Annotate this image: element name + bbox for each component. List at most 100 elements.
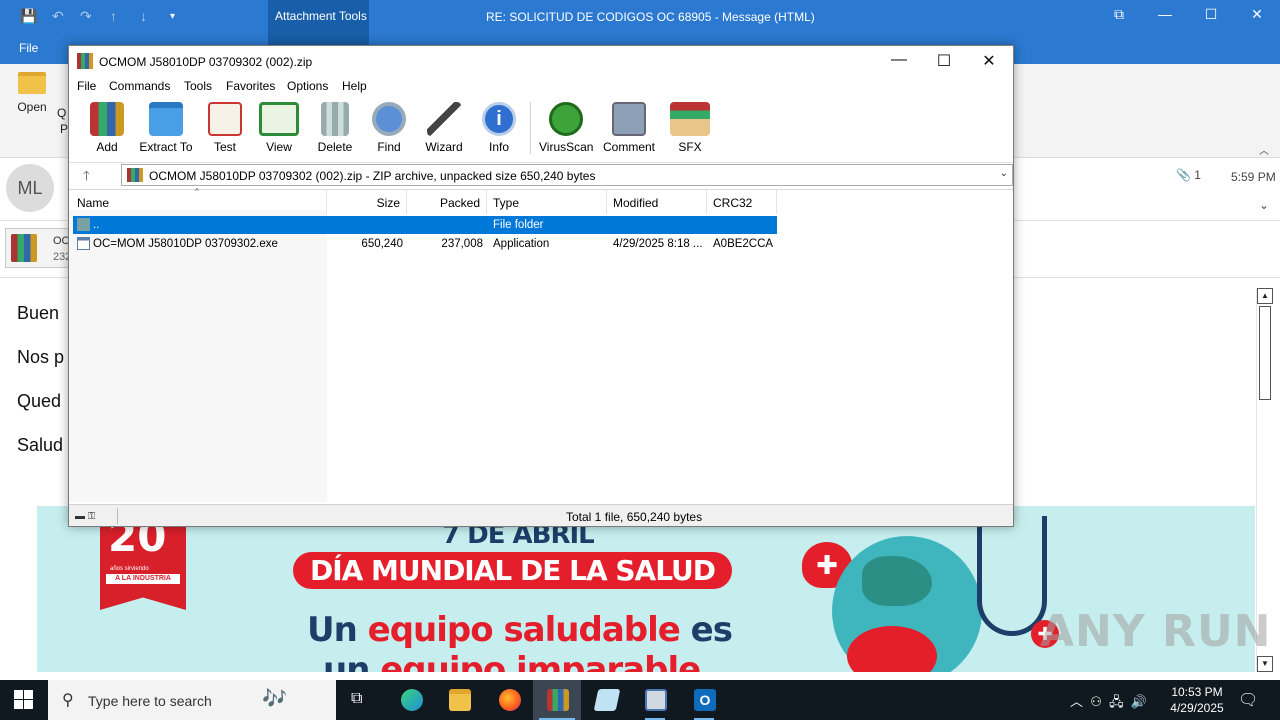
comment-button[interactable]: Comment (601, 102, 657, 154)
folder-icon (18, 72, 46, 94)
scroll-up-arrow-icon[interactable]: ▲ (1257, 288, 1273, 304)
file-list[interactable]: ^ Name Size Packed Type Modified CRC32 .… (69, 187, 1013, 502)
undo-icon[interactable]: ↶ (52, 8, 64, 25)
minimize-button[interactable]: — (1150, 6, 1180, 26)
menu-options[interactable]: Options (287, 79, 328, 93)
expand-header-icon[interactable]: ⌄ (1259, 198, 1269, 212)
taskbar-clock[interactable]: 10:53 PM 4/29/2025 (1164, 684, 1230, 716)
test-button[interactable]: Test (207, 102, 243, 154)
magic-wand-icon (427, 102, 461, 136)
sfx-box-icon (670, 102, 710, 136)
winrar-close-button[interactable]: ✕ (969, 51, 1009, 73)
chevron-down-icon[interactable]: ⌄ (1000, 168, 1008, 179)
column-header-packed[interactable]: Packed (407, 190, 487, 214)
view-button[interactable]: View (257, 102, 301, 154)
ribbon-display-options-icon[interactable]: ⧉ (1104, 6, 1134, 26)
taskbar-outlook[interactable]: O (680, 680, 728, 720)
row-size: 650,240 (361, 238, 403, 250)
find-button[interactable]: Find (371, 102, 407, 154)
taskbar-edge[interactable] (387, 680, 435, 720)
notification-icon[interactable]: 🗨 (1238, 690, 1258, 710)
stethoscope-illustration (977, 516, 1047, 636)
taskbar-firefox[interactable] (485, 680, 533, 720)
save-icon[interactable]: 💾 (20, 8, 37, 25)
close-button[interactable]: ✕ (1242, 6, 1272, 26)
table-row[interactable]: .. File folder (73, 216, 777, 234)
add-label: Add (96, 140, 118, 154)
row-packed: 237,008 (441, 238, 483, 250)
column-header-type[interactable]: Type (487, 190, 607, 214)
extract-to-button[interactable]: Extract To (139, 102, 193, 154)
find-label: Find (377, 140, 401, 154)
winrar-maximize-button[interactable]: ☐ (924, 51, 964, 73)
info-button[interactable]: i Info (481, 102, 517, 154)
menu-tools[interactable]: Tools (184, 79, 212, 93)
add-archive-icon (90, 102, 124, 136)
path-dropdown[interactable]: OCMOM J58010DP 03709302 (002).zip - ZIP … (121, 164, 1013, 186)
scroll-down-arrow-icon[interactable]: ▼ (1257, 656, 1273, 672)
info-icon: i (482, 102, 516, 136)
ribbon-quick-print-label[interactable]: Q (57, 106, 66, 120)
extract-folder-icon (149, 102, 183, 136)
column-header-size[interactable]: Size (327, 190, 407, 214)
column-header-crc32[interactable]: CRC32 (707, 190, 777, 214)
parent-folder-icon (77, 218, 90, 231)
winrar-minimize-button[interactable]: — (879, 51, 919, 73)
taskbar-file-explorer[interactable] (435, 680, 483, 720)
info-label: Info (488, 140, 509, 154)
taskbar-control-panel[interactable] (631, 680, 679, 720)
next-item-icon[interactable]: ↓ (140, 8, 147, 24)
menu-favorites[interactable]: Favorites (226, 79, 275, 93)
message-time: 5:59 PM (1231, 170, 1276, 184)
outlook-icon: O (694, 689, 716, 711)
folder-icon (449, 689, 471, 711)
winrar-app-icon (77, 53, 93, 69)
column-header-modified[interactable]: Modified (607, 190, 707, 214)
open-attachment-button[interactable]: Open (14, 72, 50, 114)
taskbar-notepad[interactable] (582, 680, 630, 720)
notepad-icon (593, 689, 621, 711)
column-header-name[interactable]: Name (69, 190, 327, 214)
test-clipboard-icon (208, 102, 242, 136)
customize-toolbar-icon[interactable]: ▾ (170, 11, 175, 22)
tab-file[interactable]: File (19, 41, 38, 55)
wizard-label: Wizard (425, 140, 463, 154)
table-row[interactable]: OC=MOM J58010DP 03709302.exe 650,240 237… (73, 235, 777, 253)
windows-logo-icon (24, 690, 33, 699)
windows-logo-icon (14, 700, 23, 709)
avatar: ML (6, 164, 54, 212)
search-placeholder: Type here to search (88, 693, 212, 709)
virusscan-button[interactable]: VirusScan (539, 102, 593, 154)
task-view-button[interactable]: ⧉ (336, 680, 384, 720)
globe-land (862, 556, 932, 606)
control-panel-icon (645, 689, 667, 711)
delete-label: Delete (317, 140, 353, 154)
winrar-pathbar: 🡑 OCMOM J58010DP 03709302 (002).zip - ZI… (69, 162, 1013, 186)
slogan-text: un (323, 650, 381, 672)
wizard-button[interactable]: Wizard (423, 102, 465, 154)
body-line-2: Nos p (17, 347, 65, 367)
attachment-chip[interactable]: OC 232 (5, 228, 71, 268)
trash-icon (321, 102, 349, 136)
start-button[interactable] (14, 690, 34, 710)
taskbar-winrar[interactable] (533, 680, 581, 720)
redo-icon[interactable]: ↷ (80, 8, 92, 25)
sfx-label: SFX (678, 140, 702, 154)
scrollbar-thumb[interactable] (1259, 306, 1271, 400)
test-label: Test (213, 140, 236, 154)
previous-item-icon[interactable]: ↑ (110, 8, 117, 24)
menu-commands[interactable]: Commands (109, 79, 170, 93)
winrar-window: OCMOM J58010DP 03709302 (002).zip — ☐ ✕ … (68, 45, 1014, 527)
system-tray-icons[interactable]: ︿ ⚇ 🖧 🔊 (1070, 691, 1147, 715)
add-button[interactable]: Add (89, 102, 125, 154)
menu-file[interactable]: File (77, 79, 96, 93)
delete-button[interactable]: Delete (315, 102, 355, 154)
extract-to-label: Extract To (139, 140, 193, 154)
up-one-level-icon[interactable]: 🡑 (83, 167, 90, 189)
menu-help[interactable]: Help (342, 79, 367, 93)
sfx-button[interactable]: SFX (669, 102, 711, 154)
row-type: File folder (493, 219, 544, 231)
collapse-ribbon-icon[interactable]: ︿ (1259, 142, 1269, 157)
maximize-button[interactable]: ☐ (1196, 6, 1226, 26)
taskbar-search-box[interactable]: ⚲ Type here to search 🎶 (48, 680, 336, 720)
